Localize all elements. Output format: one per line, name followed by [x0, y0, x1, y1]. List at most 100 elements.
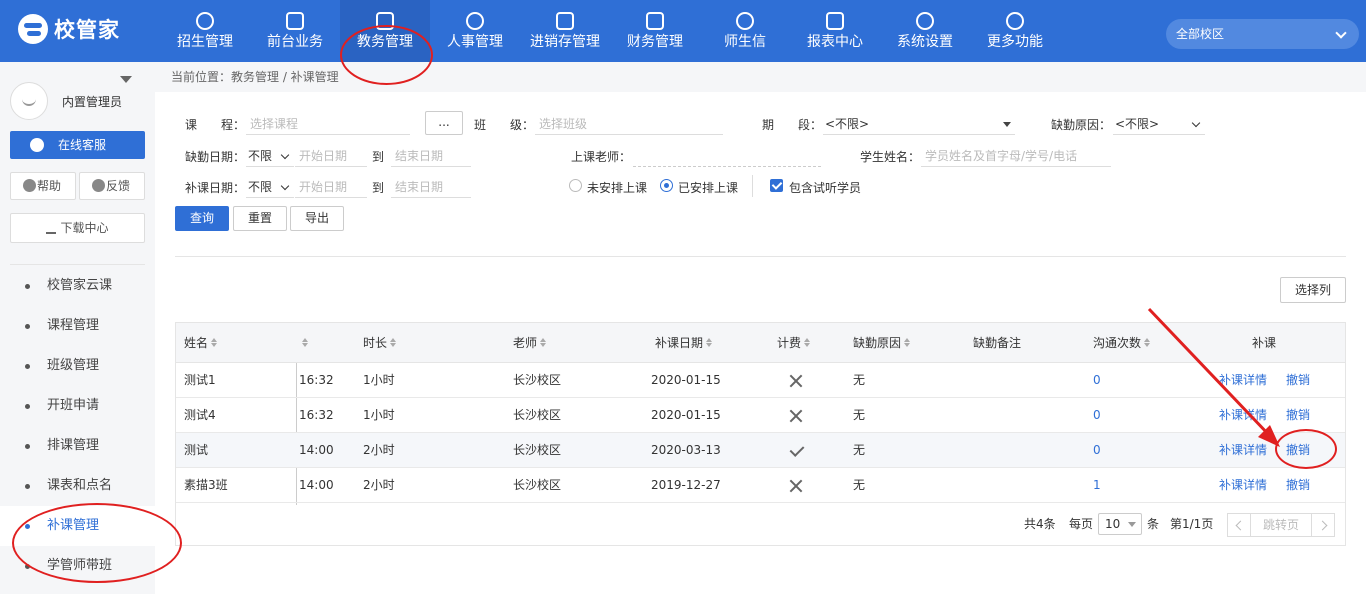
nav-enrollment[interactable]: 招生管理 — [160, 0, 250, 62]
close-icon — [789, 479, 803, 493]
nav-academic[interactable]: 教务管理 — [340, 0, 430, 62]
col-teacher[interactable]: 老师 — [513, 323, 547, 363]
sidebar-item-course[interactable]: 课程管理 — [0, 306, 155, 346]
include-trial-checkbox[interactable] — [770, 179, 783, 192]
sidebar-item-class[interactable]: 班级管理 — [0, 346, 155, 386]
unscheduled-radio[interactable] — [569, 179, 582, 192]
absence-start-date[interactable]: 开始日期 — [295, 145, 367, 167]
sidebar: 内置管理员 在线客服 帮助 反馈 下载中心 校管家云课 课程管理 班级管理 开班… — [0, 62, 155, 594]
sidebar-item-tutor-class[interactable]: 学管师带班 — [0, 546, 155, 586]
contact-count-link[interactable]: 0 — [1093, 433, 1101, 468]
main-content: 当前位置：教务管理 / 补课管理 课 程： 选择课程 ... 班 级： 选择班级… — [155, 62, 1366, 594]
nav-reports[interactable]: 报表中心 — [790, 0, 880, 62]
chat-bubble-icon — [30, 138, 44, 152]
nav-more[interactable]: 更多功能 — [970, 0, 1060, 62]
nav-settings[interactable]: 系统设置 — [880, 0, 970, 62]
table-row[interactable]: 测试4 16:32 1小时 长沙校区 2020-01-15 无 0 补课详情 撤… — [176, 398, 1345, 433]
select-columns-button[interactable]: 选择列 — [1280, 277, 1346, 303]
course-picker-button[interactable]: ... — [425, 111, 463, 135]
query-button[interactable]: 查询 — [175, 206, 229, 231]
makeup-date-label: 补课日期： — [185, 181, 246, 195]
table-row[interactable]: 测试 14:00 2小时 长沙校区 2020-03-13 无 0 补课详情 撤销 — [176, 433, 1345, 468]
sidebar-divider — [10, 264, 145, 265]
online-service-button[interactable]: 在线客服 — [10, 131, 145, 159]
contact-count-link[interactable]: 0 — [1093, 398, 1101, 433]
sidebar-item-scheduling[interactable]: 排课管理 — [0, 426, 155, 466]
cancel-link[interactable]: 撤销 — [1286, 398, 1310, 433]
bullet-icon — [25, 364, 30, 369]
col-duration[interactable]: 时长 — [363, 323, 397, 363]
sidebar-item-makeup[interactable]: 补课管理 — [0, 506, 155, 546]
bullet-icon — [25, 404, 30, 409]
download-center-button[interactable]: 下载中心 — [10, 213, 145, 243]
sidebar-item-cloud-course[interactable]: 校管家云课 — [0, 266, 155, 306]
unscheduled-label: 未安排上课 — [587, 181, 648, 195]
col-name[interactable]: 姓名 — [184, 323, 218, 363]
export-button[interactable]: 导出 — [290, 206, 344, 231]
period-select[interactable]: <不限> — [823, 113, 1015, 135]
cancel-link[interactable]: 撤销 — [1286, 363, 1310, 398]
pager-total: 共4条 — [1024, 517, 1056, 531]
nav-front-desk[interactable]: 前台业务 — [250, 0, 340, 62]
caret-down-icon[interactable] — [120, 76, 132, 83]
table-row[interactable]: 测试1 16:32 1小时 长沙校区 2020-01-15 无 0 补课详情 撤… — [176, 363, 1345, 398]
sort-icon — [804, 337, 811, 347]
user-profile[interactable]: 内置管理员 — [10, 82, 122, 120]
makeup-detail-link[interactable]: 补课详情 — [1219, 363, 1267, 398]
absence-date-mode-select[interactable]: 不限 — [246, 145, 294, 167]
table-row[interactable]: 素描3班 14:00 2小时 长沙校区 2019-12-27 无 1 补课详情 … — [176, 468, 1345, 503]
bullet-icon — [25, 284, 30, 289]
feedback-button[interactable]: 反馈 — [79, 172, 145, 200]
col-time[interactable] — [299, 323, 308, 363]
makeup-start-date[interactable]: 开始日期 — [295, 176, 367, 198]
makeup-detail-link[interactable]: 补课详情 — [1219, 468, 1267, 503]
reset-button[interactable]: 重置 — [233, 206, 287, 231]
to-label: 到 — [372, 150, 385, 164]
scheduled-radio[interactable] — [660, 179, 673, 192]
comment-icon — [92, 179, 105, 192]
nav-messages[interactable]: 师生信 — [700, 0, 790, 62]
help-button[interactable]: 帮助 — [10, 172, 76, 200]
makeup-end-date[interactable]: 结束日期 — [391, 176, 471, 198]
col-absence-note: 缺勤备注 — [973, 336, 1022, 350]
cancel-link[interactable]: 撤销 — [1286, 433, 1310, 468]
teacher-input[interactable] — [633, 145, 821, 167]
person-icon — [466, 12, 484, 30]
class-input[interactable]: 选择班级 — [535, 113, 723, 135]
absence-reason-select[interactable]: <不限> — [1113, 113, 1205, 135]
logo[interactable]: 校管家 — [18, 14, 120, 44]
contact-count-link[interactable]: 1 — [1093, 468, 1101, 503]
course-input[interactable]: 选择课程 — [246, 113, 410, 135]
page-size-select[interactable]: 10 — [1098, 513, 1142, 535]
nav-hr[interactable]: 人事管理 — [430, 0, 520, 62]
person-add-icon — [196, 12, 214, 30]
next-page-button[interactable] — [1311, 513, 1335, 537]
contact-count-link[interactable]: 0 — [1093, 363, 1101, 398]
makeup-detail-link[interactable]: 补课详情 — [1219, 398, 1267, 433]
student-input[interactable]: 学员姓名及首字母/学号/电话 — [921, 145, 1111, 167]
col-absence-reason[interactable]: 缺勤原因 — [853, 323, 911, 363]
user-name: 内置管理员 — [62, 94, 123, 109]
sort-icon — [390, 337, 397, 347]
sidebar-item-class-apply[interactable]: 开班申请 — [0, 386, 155, 426]
student-label: 学生姓名： — [860, 150, 921, 164]
sidebar-item-timetable[interactable]: 课表和点名 — [0, 466, 155, 506]
col-contact-count[interactable]: 沟通次数 — [1093, 323, 1151, 363]
campus-selector[interactable]: 全部校区 — [1166, 19, 1359, 49]
nav-inventory[interactable]: 进销存管理 — [520, 0, 610, 62]
campus-label: 全部校区 — [1176, 27, 1225, 41]
avatar — [10, 82, 48, 120]
absence-end-date[interactable]: 结束日期 — [391, 145, 471, 167]
prev-page-button[interactable] — [1227, 513, 1251, 537]
nav-finance[interactable]: 财务管理 — [610, 0, 700, 62]
absence-date-label: 缺勤日期： — [185, 150, 246, 164]
caret-down-icon — [1128, 522, 1136, 527]
col-billing[interactable]: 计费 — [777, 323, 811, 363]
jump-page-button[interactable]: 跳转页 — [1250, 513, 1312, 537]
makeup-detail-link[interactable]: 补课详情 — [1219, 433, 1267, 468]
makeup-date-mode-select[interactable]: 不限 — [246, 176, 294, 198]
period-label: 期 段： — [762, 118, 823, 132]
col-makeup-date[interactable]: 补课日期 — [655, 323, 713, 363]
cancel-link[interactable]: 撤销 — [1286, 468, 1310, 503]
report-icon — [826, 12, 844, 30]
